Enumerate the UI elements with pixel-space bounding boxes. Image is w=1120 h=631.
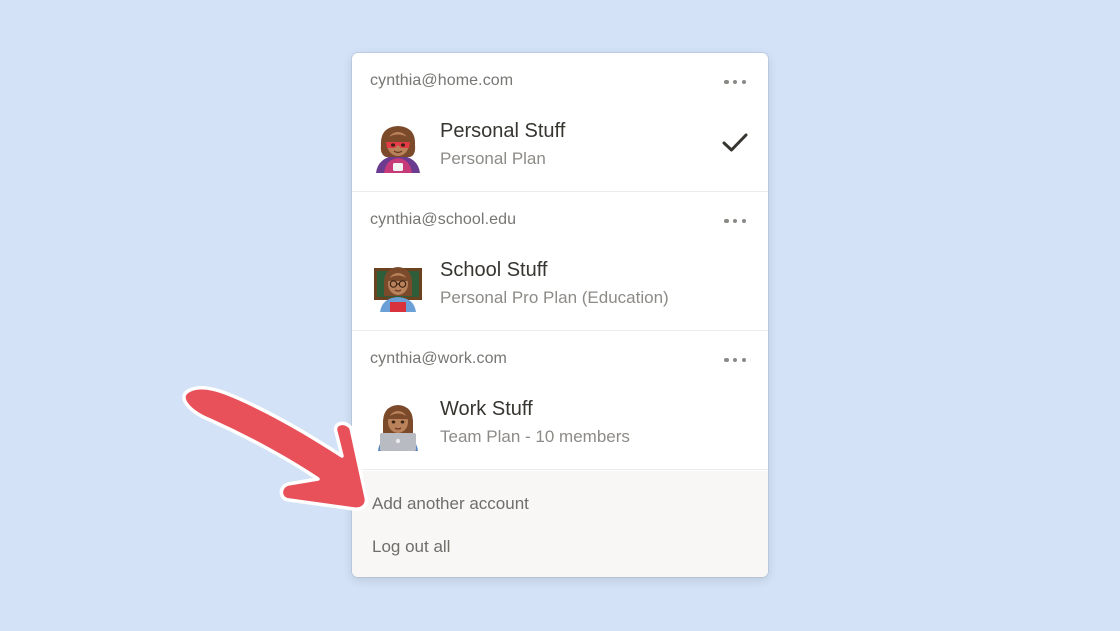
more-options-icon[interactable] xyxy=(724,218,746,224)
workspace-name: School Stuff xyxy=(440,259,548,281)
checkmark-icon xyxy=(722,133,748,152)
menu-footer: Add another account Log out all xyxy=(352,471,768,577)
account-section-school: cynthia@school.edu School Stuff Personal… xyxy=(352,192,768,331)
account-email: cynthia@work.com xyxy=(370,350,507,367)
account-section-home: cynthia@home.com Personal Stuff Personal… xyxy=(352,53,768,192)
workspace-plan: Team Plan - 10 members xyxy=(440,427,630,446)
teacher-woman-avatar-icon xyxy=(374,267,422,312)
superhero-woman-avatar-icon xyxy=(376,126,420,173)
technologist-woman-avatar-icon xyxy=(378,405,418,451)
workspace-name: Work Stuff xyxy=(440,398,533,420)
log-out-all-button[interactable]: Log out all xyxy=(372,537,450,557)
account-email: cynthia@school.edu xyxy=(370,211,517,228)
account-switcher-menu: cynthia@home.com Personal Stuff Personal… xyxy=(352,53,768,577)
workspace-plan: Personal Pro Plan (Education) xyxy=(440,288,669,307)
account-section-work: cynthia@work.com Work Stuff Team Plan - … xyxy=(352,331,768,470)
account-email: cynthia@home.com xyxy=(370,72,514,89)
more-options-icon[interactable] xyxy=(724,357,746,363)
workspace-plan: Personal Plan xyxy=(440,149,546,168)
add-another-account-button[interactable]: Add another account xyxy=(372,494,529,514)
workspace-name: Personal Stuff xyxy=(440,120,566,142)
more-options-icon[interactable] xyxy=(724,79,746,85)
